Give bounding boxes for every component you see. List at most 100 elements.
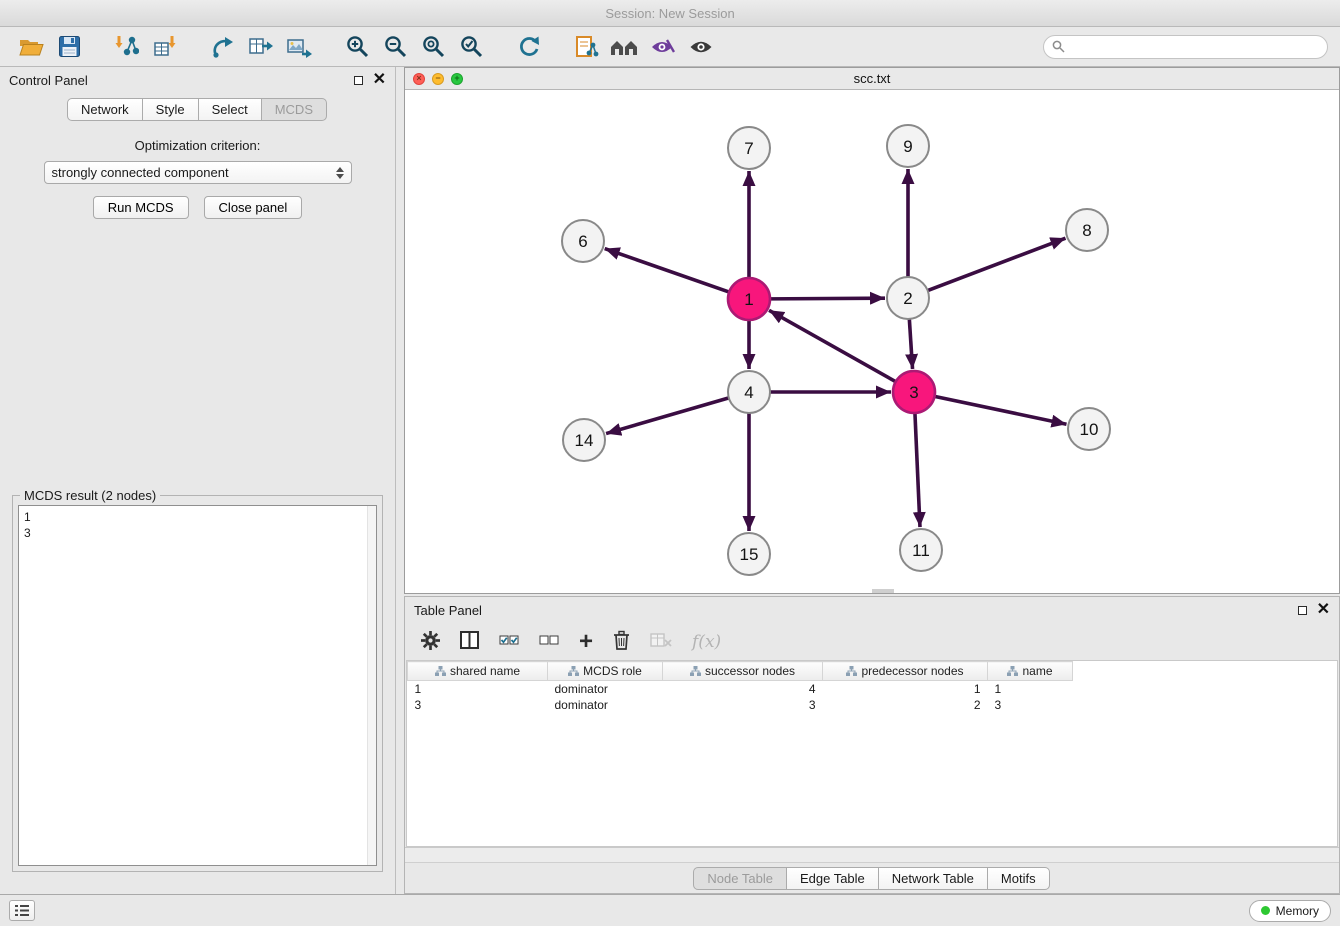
edge-3-11[interactable] bbox=[915, 413, 920, 527]
table-header-row: shared nameMCDS rolesuccessor nodesprede… bbox=[408, 662, 1073, 681]
table-cell[interactable]: 1 bbox=[823, 681, 988, 697]
close-table-panel-icon[interactable]: ✕ bbox=[1317, 602, 1330, 618]
table-cell[interactable]: 1 bbox=[408, 681, 548, 697]
network-from-table-button[interactable] bbox=[245, 31, 277, 63]
column-header-name[interactable]: name bbox=[988, 662, 1073, 681]
edge-1-2[interactable] bbox=[770, 298, 885, 299]
window-titlebar: Session: New Session bbox=[0, 0, 1340, 27]
tab-network-table[interactable]: Network Table bbox=[878, 867, 988, 890]
table-cell[interactable]: 2 bbox=[823, 697, 988, 713]
float-table-panel-icon[interactable] bbox=[1298, 606, 1307, 615]
float-panel-icon[interactable] bbox=[354, 76, 363, 85]
column-tree-icon bbox=[846, 666, 857, 676]
table-row[interactable]: 1dominator411 bbox=[408, 681, 1073, 697]
close-panel-button[interactable]: Close panel bbox=[204, 196, 303, 219]
column-header-mcds-role[interactable]: MCDS role bbox=[548, 662, 663, 681]
search-input[interactable] bbox=[1070, 40, 1319, 54]
edge-1-6[interactable] bbox=[605, 249, 729, 292]
control-tabs: NetworkStyleSelectMCDS bbox=[0, 98, 395, 121]
zoom-out-button[interactable] bbox=[379, 31, 411, 63]
control-panel-body: Optimization criterion: strongly connect… bbox=[0, 121, 395, 894]
import-network-button[interactable] bbox=[111, 31, 143, 63]
edge-2-8[interactable] bbox=[928, 238, 1066, 290]
table-cell[interactable]: 3 bbox=[663, 697, 823, 713]
table-hscrollbar[interactable] bbox=[405, 847, 1339, 862]
network-window-title: scc.txt bbox=[405, 71, 1339, 86]
tab-mcds[interactable]: MCDS bbox=[261, 98, 327, 121]
delete-column-button[interactable] bbox=[613, 630, 630, 653]
new-network-button[interactable] bbox=[207, 31, 239, 63]
select-all-button[interactable] bbox=[499, 633, 519, 651]
tab-node-table[interactable]: Node Table bbox=[693, 867, 787, 890]
close-panel-icon[interactable]: ✕ bbox=[373, 72, 386, 88]
show-graphics-details-button[interactable] bbox=[685, 31, 717, 63]
open-session-button[interactable] bbox=[15, 31, 47, 63]
dropdown-arrows-icon bbox=[336, 167, 344, 179]
table-cell[interactable]: 3 bbox=[988, 697, 1073, 713]
tab-network[interactable]: Network bbox=[67, 98, 143, 121]
column-header-shared-name[interactable]: shared name bbox=[408, 662, 548, 681]
tab-motifs[interactable]: Motifs bbox=[987, 867, 1050, 890]
tab-edge-table[interactable]: Edge Table bbox=[786, 867, 879, 890]
canvas-resize-grip[interactable] bbox=[872, 589, 894, 593]
zoom-selected-button[interactable] bbox=[455, 31, 487, 63]
memory-status-icon bbox=[1261, 906, 1270, 915]
search-box[interactable] bbox=[1043, 35, 1328, 59]
show-columns-button[interactable] bbox=[460, 631, 479, 652]
run-mcds-button[interactable]: Run MCDS bbox=[93, 196, 189, 219]
tab-select[interactable]: Select bbox=[198, 98, 262, 121]
edge-4-14[interactable] bbox=[606, 398, 729, 434]
table-body: 1dominator4113dominator323 bbox=[408, 681, 1073, 713]
maximize-window-icon[interactable]: + bbox=[451, 73, 463, 85]
add-column-button[interactable]: + bbox=[579, 630, 593, 654]
export-network-icon bbox=[575, 35, 599, 59]
control-panel-header: Control Panel ✕ bbox=[0, 67, 395, 93]
table-cell[interactable]: 3 bbox=[408, 697, 548, 713]
save-session-icon bbox=[59, 36, 80, 57]
table-panel-title: Table Panel bbox=[414, 603, 482, 618]
network-canvas[interactable]: 7968124314101511 bbox=[405, 90, 1339, 593]
deselect-all-icon bbox=[539, 633, 559, 648]
zoom-in-button[interactable] bbox=[341, 31, 373, 63]
close-window-icon[interactable]: × bbox=[413, 73, 425, 85]
show-graphics-details-icon bbox=[689, 38, 713, 56]
table-cell[interactable]: dominator bbox=[548, 681, 663, 697]
criterion-dropdown[interactable]: strongly connected component bbox=[44, 161, 352, 184]
column-header-successor-nodes[interactable]: successor nodes bbox=[663, 662, 823, 681]
export-image-button[interactable] bbox=[283, 31, 315, 63]
edge-3-1[interactable] bbox=[769, 310, 896, 381]
delete-table-icon bbox=[650, 632, 672, 648]
memory-button[interactable]: Memory bbox=[1249, 900, 1331, 922]
ndex-browse-button[interactable] bbox=[609, 31, 641, 63]
table-cell[interactable]: 4 bbox=[663, 681, 823, 697]
node-label-11: 11 bbox=[912, 541, 930, 560]
right-area: scc.txt × − + 7968124314101511 bbox=[404, 67, 1340, 894]
save-session-button[interactable] bbox=[53, 31, 85, 63]
network-window-titlebar: scc.txt × − + bbox=[405, 68, 1339, 90]
node-label-2: 2 bbox=[903, 289, 912, 308]
table-row[interactable]: 3dominator323 bbox=[408, 697, 1073, 713]
export-image-icon bbox=[287, 36, 312, 58]
import-table-button[interactable] bbox=[149, 31, 181, 63]
column-header-predecessor-nodes[interactable]: predecessor nodes bbox=[823, 662, 988, 681]
tab-style[interactable]: Style bbox=[142, 98, 199, 121]
table-settings-button[interactable] bbox=[421, 631, 440, 653]
deselect-all-button[interactable] bbox=[539, 633, 559, 651]
style-tools-icon bbox=[651, 38, 675, 56]
result-scrollbar[interactable] bbox=[367, 506, 376, 865]
edge-2-3[interactable] bbox=[909, 319, 912, 369]
node-label-4: 4 bbox=[744, 383, 753, 402]
panel-splitter[interactable] bbox=[396, 67, 404, 894]
edge-3-10[interactable] bbox=[935, 396, 1067, 424]
export-network-button[interactable] bbox=[571, 31, 603, 63]
task-history-button[interactable] bbox=[9, 900, 35, 921]
node-label-14: 14 bbox=[575, 431, 594, 450]
mcds-result-list[interactable]: 1 3 bbox=[18, 505, 377, 866]
minimize-window-icon[interactable]: − bbox=[432, 73, 444, 85]
node-label-9: 9 bbox=[903, 137, 912, 156]
refresh-view-button[interactable] bbox=[513, 31, 545, 63]
zoom-fit-button[interactable] bbox=[417, 31, 449, 63]
style-tools-button[interactable] bbox=[647, 31, 679, 63]
table-cell[interactable]: 1 bbox=[988, 681, 1073, 697]
table-cell[interactable]: dominator bbox=[548, 697, 663, 713]
